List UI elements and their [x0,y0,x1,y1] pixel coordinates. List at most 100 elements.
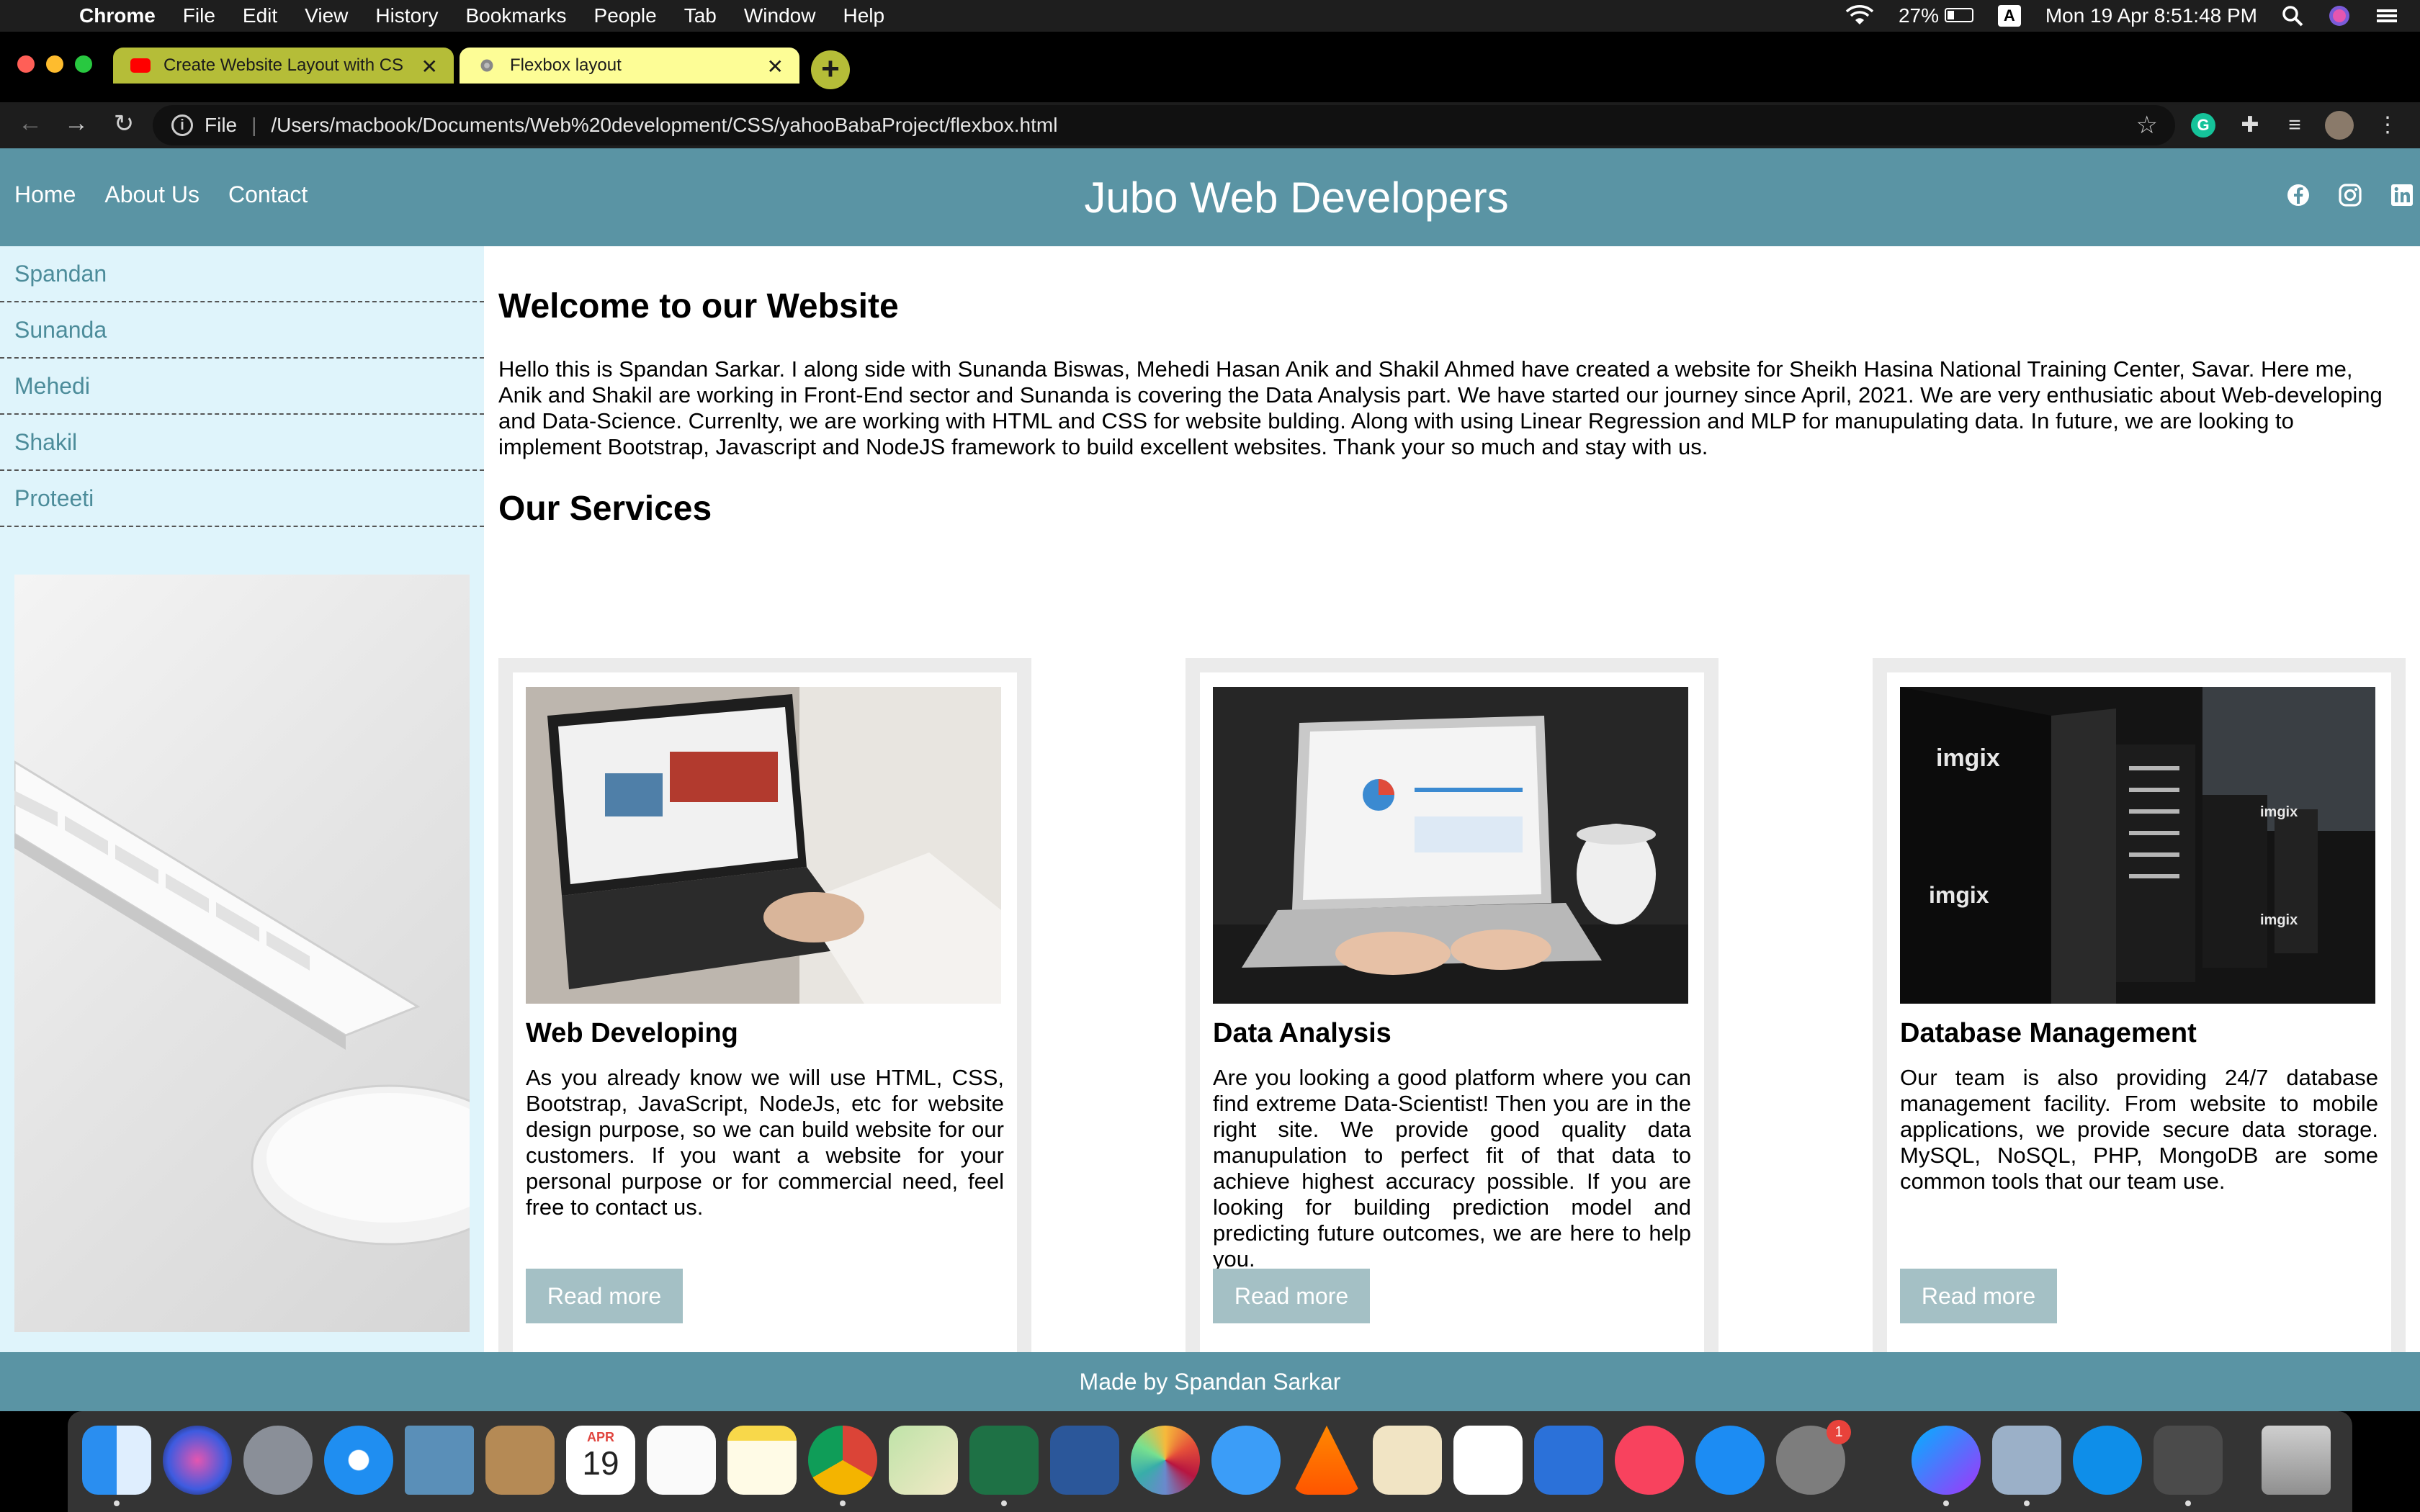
menu-bookmarks[interactable]: Bookmarks [465,4,566,27]
app-store-icon[interactable] [1695,1426,1765,1495]
calendar-month: APR [586,1430,614,1444]
reload-icon[interactable]: ↻ [108,109,140,138]
back-arrow-icon[interactable]: ← [14,109,46,138]
service-card-database-management: imgix imgix imgix imgix Database Managem… [1873,658,2406,1369]
running-indicator [1001,1500,1007,1506]
wifi-icon[interactable] [1845,5,1874,27]
input-source-icon[interactable]: A [1997,5,2021,27]
maximize-window-button[interactable] [75,55,92,73]
clock[interactable]: Mon 19 Apr 8:51:48 PM [2045,4,2257,27]
social-links [0,183,2420,207]
numbers-icon[interactable] [1453,1426,1523,1495]
media-playlist-icon[interactable]: ≡ [2280,109,2309,141]
siri-icon[interactable] [2328,4,2351,27]
notification-badge: 1 [1827,1420,1851,1444]
system-preferences-icon[interactable]: 1 [1776,1420,1851,1495]
running-indicator [2024,1500,2030,1506]
calendar-day: 19 [582,1444,619,1482]
menu-tab[interactable]: Tab [684,4,717,27]
vlc-icon[interactable] [1292,1426,1361,1495]
profile-avatar-icon[interactable] [2325,111,2354,140]
menu-window[interactable]: Window [744,4,816,27]
card-inner: imgix imgix imgix imgix Database Managem… [1887,672,2391,1355]
url-text[interactable]: /Users/macbook/Documents/Web%20developme… [271,114,1057,137]
control-center-icon[interactable] [2375,6,2398,25]
extensions-puzzle-icon[interactable]: ✚ [2236,109,2264,141]
music-icon[interactable] [1615,1426,1684,1495]
forward-arrow-icon[interactable]: → [60,109,92,138]
running-indicator [2185,1500,2191,1506]
card-text: Our team is also providing 24/7 database… [1900,1065,2378,1194]
tab-flexbox-layout[interactable]: Flexbox layout ✕ [460,48,799,84]
divider: | [251,114,257,136]
teamviewer-icon[interactable] [2073,1426,2142,1495]
mail-stamp-icon[interactable] [405,1426,474,1495]
finder-icon[interactable] [82,1426,151,1495]
card-text: Are you looking a good platform where yo… [1213,1065,1691,1272]
service-card-web-developing: Web Developing As you already know we wi… [498,658,1031,1369]
tab-youtube[interactable]: Create Website Layout with CS ✕ [113,48,454,84]
chrome-menu-icon[interactable]: ⋮ [2377,109,2398,141]
read-more-button[interactable]: Read more [526,1269,683,1323]
menu-edit[interactable]: Edit [243,4,277,27]
new-tab-button[interactable]: + [811,50,850,89]
grammarly-extension-icon[interactable]: G [2191,113,2215,138]
close-window-button[interactable] [17,55,35,73]
imgix-logo-3: imgix [2260,804,2298,820]
site-footer: Made by Spandan Sarkar [0,1352,2420,1411]
address-bar[interactable]: i File | /Users/macbook/Documents/Web%20… [153,105,2175,145]
sidebar-link-proteeti[interactable]: Proteeti [0,471,484,527]
notes-icon[interactable] [727,1426,797,1495]
site-info-icon[interactable]: i [171,114,193,136]
scheme-label: File [205,114,238,136]
sidebar-link-sunanda[interactable]: Sunanda [0,302,484,359]
messenger-icon[interactable] [1912,1426,1981,1495]
menu-history[interactable]: History [375,4,438,27]
chrome-icon[interactable] [808,1426,877,1495]
menu-view[interactable]: View [305,4,348,27]
facebook-icon[interactable] [2286,183,2311,207]
calendar-icon[interactable]: APR 19 [566,1426,635,1495]
sidebar-link-mehedi[interactable]: Mehedi [0,359,484,415]
tab-close-icon[interactable]: ✕ [767,55,784,78]
battery-icon[interactable] [1944,8,1973,22]
preview-icon[interactable] [1373,1426,1442,1495]
word-icon[interactable] [1050,1426,1119,1495]
web-page: Home About Us Contact Jubo Web Developer… [0,148,2420,1411]
image-capture-icon[interactable] [1992,1426,2061,1495]
messages-icon[interactable] [1211,1426,1281,1495]
keynote-icon[interactable] [1534,1426,1603,1495]
imgix-logo-2: imgix [1929,882,1989,908]
excel-icon[interactable] [969,1426,1039,1495]
menu-file[interactable]: File [183,4,215,27]
trash-icon[interactable] [2262,1426,2331,1495]
card-inner: Web Developing As you already know we wi… [513,672,1017,1355]
laptop-illustration [526,687,1001,1004]
launchpad-icon[interactable] [243,1426,313,1495]
maps-icon[interactable] [889,1426,958,1495]
sublime-text-icon[interactable] [2154,1426,2223,1495]
spotlight-search-icon[interactable] [2282,5,2303,27]
instagram-icon[interactable] [2338,183,2362,207]
menu-people[interactable]: People [594,4,657,27]
reminders-icon[interactable] [647,1426,716,1495]
globe-icon [480,59,493,72]
linkedin-icon[interactable] [2390,183,2414,207]
safari-icon[interactable] [324,1426,393,1495]
photos-icon[interactable] [1131,1426,1200,1495]
server-rack-illustration: imgix imgix imgix imgix [1900,687,2375,1004]
menu-help[interactable]: Help [843,4,884,27]
bookmark-star-icon[interactable]: ☆ [2136,111,2158,140]
read-more-button[interactable]: Read more [1213,1269,1370,1323]
contacts-icon[interactable] [485,1426,555,1495]
menu-app-chrome[interactable]: Chrome [79,4,156,27]
sidebar-link-spandan[interactable]: Spandan [0,246,484,302]
sidebar-link-shakil[interactable]: Shakil [0,415,484,471]
battery-percent: 27% [1899,4,1973,27]
card-title: Web Developing [526,1018,738,1048]
siri-icon[interactable] [163,1426,232,1495]
tab-close-icon[interactable]: ✕ [421,55,438,78]
laptop-web-image [526,687,1001,1004]
minimize-window-button[interactable] [46,55,63,73]
read-more-button[interactable]: Read more [1900,1269,2057,1323]
